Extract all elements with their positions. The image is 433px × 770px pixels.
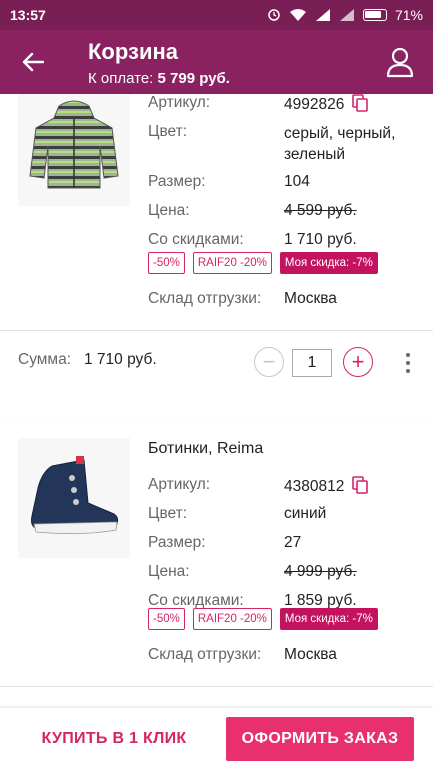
- badge-sale: -50%: [148, 252, 185, 274]
- color-line-2: зеленый: [284, 146, 346, 163]
- boot-image: [31, 456, 119, 534]
- badge-promo: RAIF20 -20%: [192, 252, 272, 274]
- discount-badges: -50% RAIF20 -20% Моя скидка: -7%: [148, 608, 378, 630]
- article-number: 4992826: [284, 96, 345, 113]
- page-title: Корзина: [88, 39, 178, 64]
- article-value: 4380812: [284, 476, 369, 496]
- discount-price: 1 710 руб.: [284, 231, 357, 248]
- plus-icon: +: [351, 349, 365, 374]
- signal-icon: [315, 9, 330, 21]
- color-label: Цвет:: [148, 505, 188, 522]
- divider: [0, 686, 433, 687]
- minus-icon: −: [262, 349, 276, 374]
- status-bar: 13:57 71%: [0, 0, 433, 30]
- more-vert-icon: [406, 353, 410, 357]
- original-price: 4 999 руб.: [284, 563, 357, 580]
- color-value: синий: [284, 505, 327, 522]
- color-label: Цвет:: [148, 123, 188, 140]
- product-title[interactable]: Ботинки, Reima: [148, 440, 263, 458]
- product-image-jacket[interactable]: [18, 94, 130, 206]
- badge-promo: RAIF20 -20%: [192, 608, 272, 630]
- warehouse-label: Склад отгрузки:: [148, 290, 262, 307]
- article-value: 4992826: [284, 94, 369, 114]
- battery-percent: 71%: [394, 7, 423, 23]
- wifi-icon: [289, 9, 306, 21]
- article-label: Артикул:: [148, 94, 211, 111]
- signal-icon-2: [339, 9, 354, 21]
- to-pay-value: 5 799 руб.: [157, 70, 230, 87]
- buy-one-click-button[interactable]: КУПИТЬ В 1 КЛИК: [18, 717, 210, 761]
- battery-icon: [362, 9, 387, 21]
- quantity-field[interactable]: 1: [292, 349, 332, 377]
- badge-my-discount: Моя скидка: -7%: [279, 608, 378, 630]
- badge-my-discount: Моя скидка: -7%: [279, 252, 378, 274]
- discount-label: Со скидками:: [148, 231, 244, 248]
- size-label: Размер:: [148, 534, 206, 551]
- product-image-boots[interactable]: [18, 438, 130, 558]
- size-value: 104: [284, 173, 310, 190]
- bottom-action-bar: КУПИТЬ В 1 КЛИК ОФОРМИТЬ ЗАКАЗ: [0, 708, 433, 770]
- alarm-icon: [268, 9, 280, 21]
- warehouse-value: Москва: [284, 646, 337, 663]
- back-arrow-icon: [22, 52, 44, 72]
- copy-icon[interactable]: [352, 94, 369, 112]
- badge-sale: -50%: [148, 608, 185, 630]
- more-options-button[interactable]: [400, 351, 416, 375]
- color-line-1: серый, черный,: [284, 125, 396, 142]
- sum-value: 1 710 руб.: [84, 351, 157, 368]
- sum-row: Сумма: 1 710 руб. − 1 +: [0, 331, 433, 395]
- price-label: Цена:: [148, 202, 190, 219]
- price-label: Цена:: [148, 563, 190, 580]
- jacket-image: [29, 100, 119, 189]
- decrease-quantity-button[interactable]: −: [254, 347, 284, 377]
- app-header: Корзина К оплате: 5 799 руб.: [0, 30, 433, 94]
- cart-item: Ботинки, Reima Артикул: 4380812 Цвет: си…: [0, 418, 433, 708]
- discount-badges: -50% RAIF20 -20% Моя скидка: -7%: [148, 252, 378, 274]
- size-label: Размер:: [148, 173, 206, 190]
- article-number: 4380812: [284, 478, 345, 495]
- warehouse-label: Склад отгрузки:: [148, 646, 262, 663]
- sum-label: Сумма:: [18, 351, 72, 368]
- checkout-button[interactable]: ОФОРМИТЬ ЗАКАЗ: [226, 717, 414, 761]
- to-pay-label: К оплате:: [88, 70, 154, 87]
- profile-button[interactable]: [385, 46, 415, 78]
- size-value: 27: [284, 534, 302, 551]
- warehouse-value: Москва: [284, 290, 337, 307]
- original-price: 4 599 руб.: [284, 202, 357, 219]
- article-label: Артикул:: [148, 476, 211, 493]
- status-time: 13:57: [10, 7, 46, 23]
- color-value: серый, черный, зеленый: [284, 123, 395, 165]
- user-icon: [386, 47, 414, 78]
- increase-quantity-button[interactable]: +: [343, 347, 373, 377]
- cart-list[interactable]: Артикул: 4992826 Цвет: серый, черный, зел…: [0, 94, 433, 708]
- copy-icon[interactable]: [352, 476, 369, 494]
- back-button[interactable]: [18, 47, 48, 77]
- to-pay-summary: К оплате: 5 799 руб.: [88, 70, 230, 87]
